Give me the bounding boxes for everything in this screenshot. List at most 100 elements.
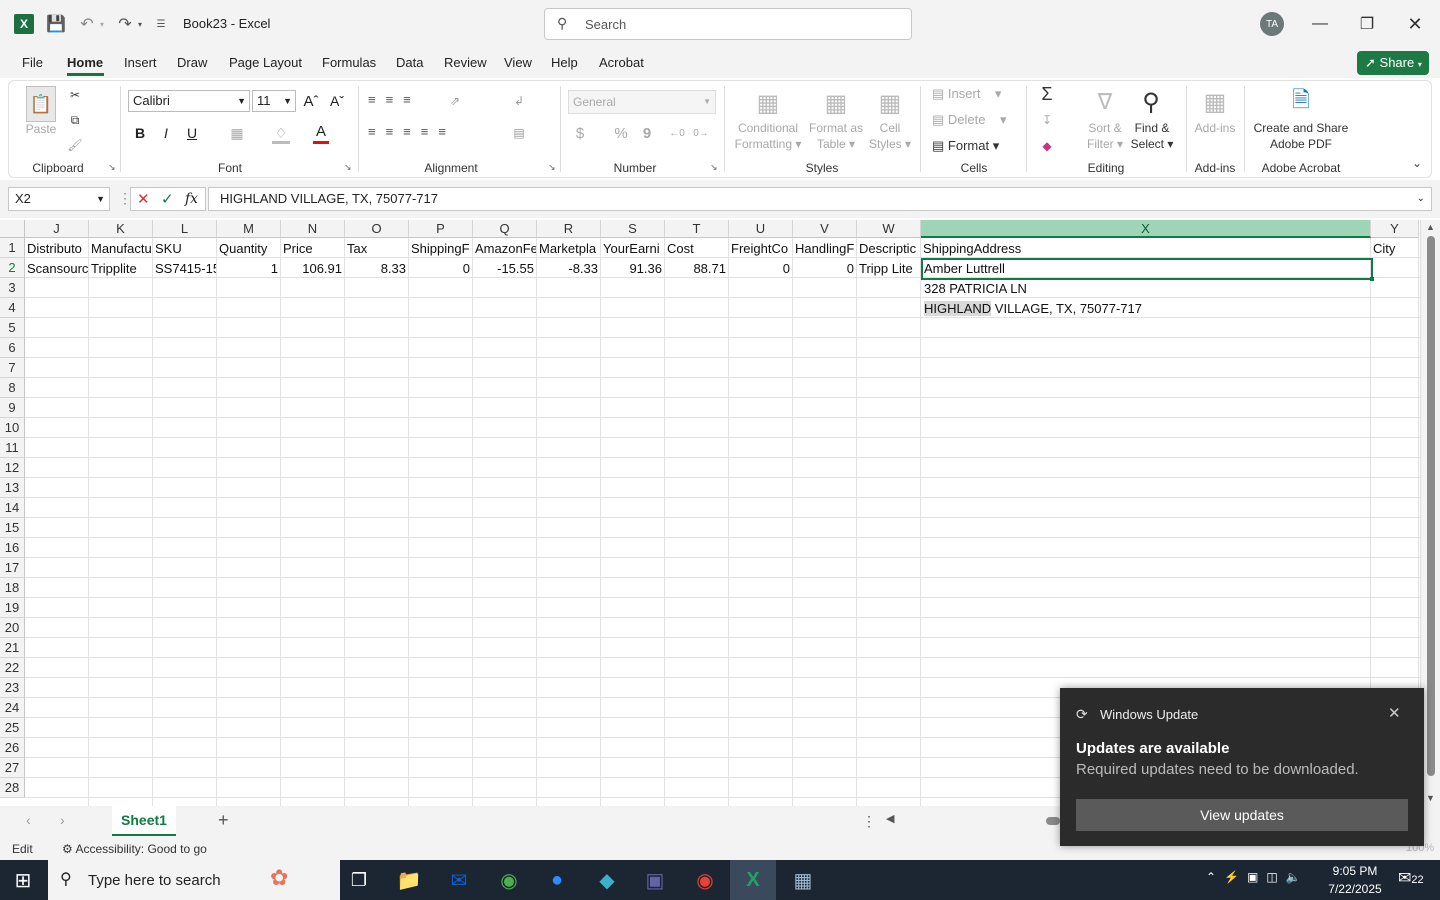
avatar[interactable]: TA: [1260, 12, 1284, 36]
close-icon[interactable]: ✕: [1392, 0, 1438, 48]
header-cell-w[interactable]: Descriptic: [857, 239, 920, 259]
header-cell-p[interactable]: ShippingF: [409, 239, 472, 259]
font-color-icon[interactable]: A: [313, 122, 329, 140]
data-cell-m2[interactable]: 1: [217, 259, 280, 279]
conditional-formatting-icon[interactable]: ▦: [752, 88, 784, 118]
fill-icon[interactable]: ↧: [1038, 110, 1056, 130]
data-cell-t2[interactable]: 88.71: [665, 259, 728, 279]
app-icon[interactable]: ◆: [584, 860, 630, 900]
row-header-9[interactable]: 9: [0, 398, 25, 418]
prev-sheet-icon[interactable]: ‹: [26, 812, 31, 828]
header-cell-l[interactable]: SKU: [153, 239, 216, 259]
column-header-r[interactable]: R: [537, 220, 601, 238]
row-header-22[interactable]: 22: [0, 658, 25, 678]
menu-review[interactable]: Review: [444, 55, 487, 70]
comma-button[interactable]: 9: [640, 124, 654, 142]
task-view-icon[interactable]: ❐: [336, 860, 382, 900]
menu-acrobat[interactable]: Acrobat: [599, 55, 644, 70]
header-cell-x[interactable]: ShippingAddress: [921, 239, 1370, 259]
borders-icon[interactable]: ▦: [228, 124, 246, 142]
number-format-select[interactable]: General ▼: [568, 90, 716, 114]
row-header-20[interactable]: 20: [0, 618, 25, 638]
wrap-text-icon[interactable]: ↲: [510, 92, 528, 110]
insert-cells-button[interactable]: ▤ Insert ▾: [932, 86, 1001, 102]
orientation-icon[interactable]: ⇗: [446, 92, 464, 110]
horizontal-scroll-thumb[interactable]: [1046, 817, 1060, 825]
column-header-m[interactable]: M: [217, 220, 281, 238]
menu-draw[interactable]: Draw: [177, 55, 207, 70]
menu-file[interactable]: File: [22, 55, 43, 70]
header-cell-r[interactable]: Marketpla: [537, 239, 600, 259]
collapse-ribbon-icon[interactable]: ⌄: [1408, 156, 1426, 170]
format-as-table-icon[interactable]: ▦: [820, 88, 852, 118]
find-select-button[interactable]: Find & Select ▾: [1126, 120, 1178, 152]
row-header-26[interactable]: 26: [0, 738, 25, 758]
minimize-icon[interactable]: —: [1297, 0, 1343, 48]
row-header-6[interactable]: 6: [0, 338, 25, 358]
row-header-12[interactable]: 12: [0, 458, 25, 478]
create-share-pdf-button[interactable]: Create and Share Adobe PDF: [1250, 120, 1352, 152]
underline-button[interactable]: U: [184, 124, 200, 142]
select-all-corner[interactable]: [0, 220, 25, 238]
bold-button[interactable]: B: [132, 124, 148, 142]
column-header-w[interactable]: W: [857, 220, 921, 238]
percent-button[interactable]: %: [612, 124, 630, 142]
add-ins-icon[interactable]: ▦: [1200, 86, 1230, 118]
header-cell-n[interactable]: Price: [281, 239, 344, 259]
row-header-14[interactable]: 14: [0, 498, 25, 518]
merge-center-icon[interactable]: ▤: [510, 124, 528, 142]
data-cell-s2[interactable]: 91.36: [601, 259, 664, 279]
column-header-n[interactable]: N: [281, 220, 345, 238]
data-cell-q2[interactable]: -15.55: [473, 259, 536, 279]
column-header-x[interactable]: X: [921, 220, 1371, 238]
insert-function-icon[interactable]: fx: [185, 191, 198, 207]
search-box[interactable]: ⚲ Search: [544, 8, 912, 40]
header-cell-j[interactable]: Distributo: [25, 239, 88, 259]
column-header-o[interactable]: O: [345, 220, 409, 238]
row-header-8[interactable]: 8: [0, 378, 25, 398]
column-header-k[interactable]: K: [89, 220, 153, 238]
data-cell-o2[interactable]: 8.33: [345, 259, 408, 279]
row-header-25[interactable]: 25: [0, 718, 25, 738]
column-header-v[interactable]: V: [793, 220, 857, 238]
column-header-p[interactable]: P: [409, 220, 473, 238]
row-header-3[interactable]: 3: [0, 278, 25, 298]
row-header-28[interactable]: 28: [0, 778, 25, 798]
excel-taskbar-icon[interactable]: X: [730, 860, 776, 900]
row-header-10[interactable]: 10: [0, 418, 25, 438]
enter-icon[interactable]: ✓: [161, 190, 174, 208]
row-header-2[interactable]: 2: [0, 258, 25, 278]
decrease-font-icon[interactable]: Aˇ: [328, 92, 346, 110]
row-header-19[interactable]: 19: [0, 598, 25, 618]
clock[interactable]: 9:05 PM 7/22/2025: [1320, 862, 1390, 898]
column-header-y[interactable]: Y: [1371, 220, 1419, 238]
chrome-profile-icon[interactable]: ◉: [682, 860, 728, 900]
header-cell-u[interactable]: FreightCo: [729, 239, 792, 259]
column-header-l[interactable]: L: [153, 220, 217, 238]
copy-icon[interactable]: ⧉: [66, 111, 84, 129]
undo-dropdown-icon[interactable]: ▾: [98, 16, 106, 32]
column-header-t[interactable]: T: [665, 220, 729, 238]
tab-splitter-icon[interactable]: ⋮: [862, 813, 876, 830]
row-header-18[interactable]: 18: [0, 578, 25, 598]
decrease-decimal-icon[interactable]: 0→: [692, 124, 710, 142]
formula-input[interactable]: HIGHLAND VILLAGE, TX, 75077-717 ⌄: [208, 187, 1432, 211]
header-cell-s[interactable]: YourEarni: [601, 239, 664, 259]
currency-button[interactable]: $: [572, 124, 588, 142]
header-cell-o[interactable]: Tax: [345, 239, 408, 259]
sheet-tab-sheet1[interactable]: Sheet1: [112, 806, 176, 836]
data-cell-k2[interactable]: Tripplite: [89, 259, 152, 279]
share-button[interactable]: ➚ Share ▾: [1357, 51, 1429, 75]
create-pdf-icon[interactable]: 🗎: [1288, 86, 1314, 118]
font-name-select[interactable]: Calibri ▼: [128, 90, 250, 112]
row-header-1[interactable]: 1: [0, 238, 25, 258]
outlook-icon[interactable]: ✉: [436, 860, 482, 900]
row-header-17[interactable]: 17: [0, 558, 25, 578]
header-cell-v[interactable]: HandlingF: [793, 239, 856, 259]
system-tray-icons[interactable]: ⌃⚡▣◫🔈: [1206, 870, 1309, 884]
column-header-q[interactable]: Q: [473, 220, 537, 238]
sort-filter-button[interactable]: Sort & Filter ▾: [1082, 120, 1128, 152]
name-box[interactable]: X2 ▼: [8, 187, 110, 211]
fill-color-icon[interactable]: ♢: [272, 124, 290, 142]
data-cell-u2[interactable]: 0: [729, 259, 792, 279]
